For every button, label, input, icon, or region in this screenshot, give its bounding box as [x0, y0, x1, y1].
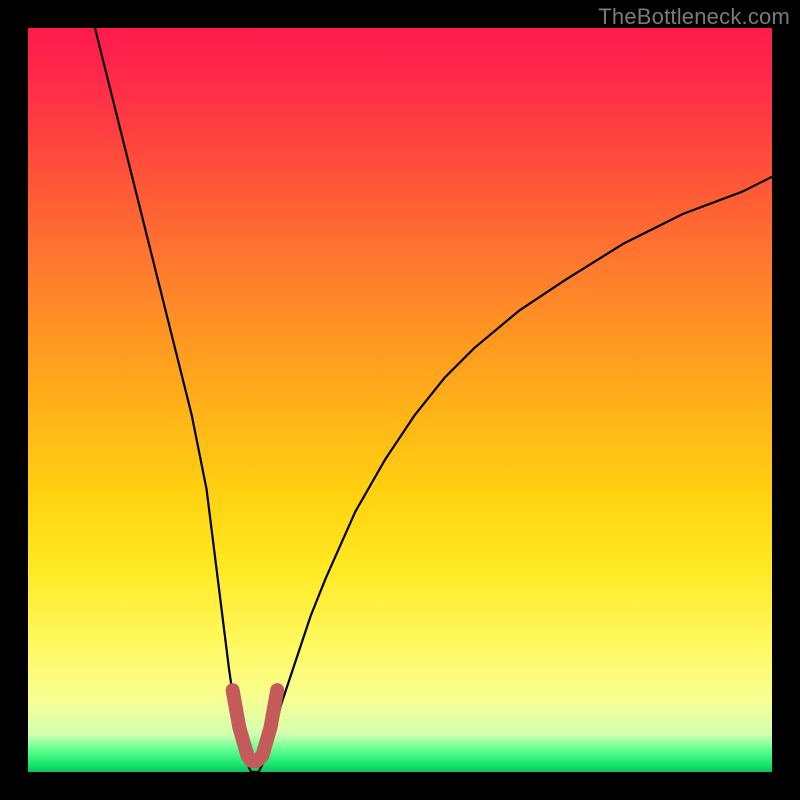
watermark-text: TheBottleneck.com: [598, 4, 790, 30]
bottleneck-curve: [95, 28, 772, 772]
trough-marker: [233, 690, 278, 761]
plot-area: [28, 28, 772, 772]
plot-svg: [28, 28, 772, 772]
chart-frame: TheBottleneck.com: [0, 0, 800, 800]
